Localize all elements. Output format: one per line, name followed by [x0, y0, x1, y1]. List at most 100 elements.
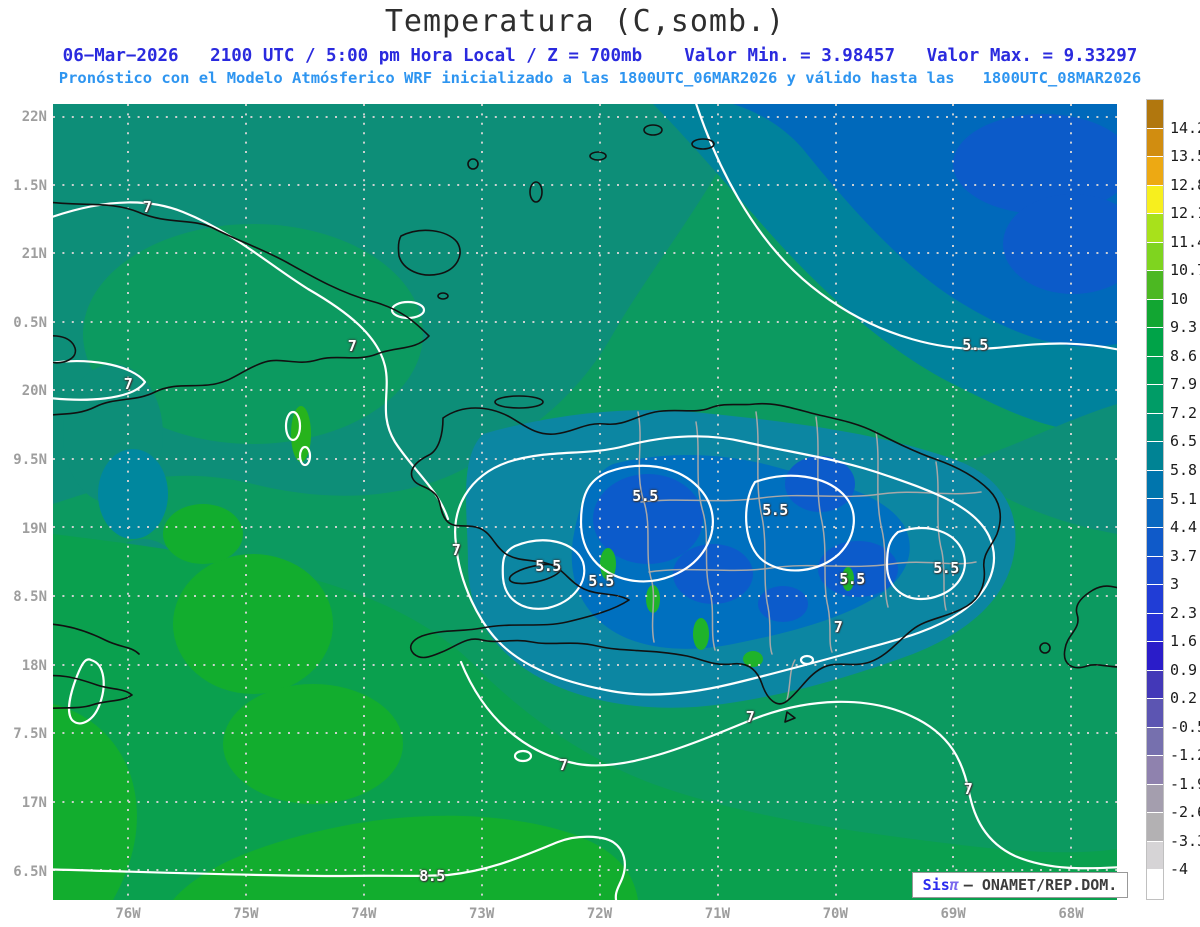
- colorbar-tick-labels: 14.2 13.5 12.8 12.1 11.4 10.7 10 9.3 8.6 7.9 7.2 6.…: [1170, 0, 1200, 927]
- colorbar-tick-label: 3: [1170, 575, 1180, 594]
- colorbar-tick-label: -1.2: [1170, 746, 1200, 765]
- lon-tick-label: 74W: [351, 906, 377, 922]
- forecast-map: [53, 104, 1117, 900]
- latitude-axis: 22N 1.5N 21N 0.5N 20N 9.5N 19N 8.5N 18N 7.5N 17N 6.…: [0, 0, 49, 927]
- lon-tick-label: 72W: [586, 906, 613, 922]
- colorbar-tick-label: 14.2: [1170, 118, 1200, 137]
- contour-label: 7: [451, 541, 461, 559]
- colorbar-tick-label: -0.5: [1170, 717, 1200, 736]
- colorbar-tick-label: -2.6: [1170, 803, 1200, 822]
- map-canvas: [53, 104, 1117, 900]
- lat-tick-label: 19N: [21, 520, 47, 537]
- longitude-axis: 76W 75W 74W 73W 72W 71W 70W 69W 68W: [0, 906, 1200, 926]
- contour-label: 7: [963, 780, 973, 798]
- forecast-datetime-line: 06−Mar−2026 2100 UTC / 5:00 pm Hora Loca…: [62, 46, 1138, 66]
- lon-tick-label: 69W: [940, 906, 966, 922]
- contour-label: 5.5: [632, 487, 658, 505]
- colorbar-tick-label: 7.9: [1170, 375, 1198, 394]
- colorbar-segment: [1147, 613, 1163, 643]
- colorbar-segment: [1147, 585, 1163, 614]
- colorbar-tick-label: 12.1: [1170, 204, 1200, 223]
- contour-label: 5.5: [839, 570, 865, 588]
- lon-tick-label: 73W: [468, 906, 495, 922]
- colorbar-segment: [1147, 642, 1163, 671]
- lat-tick-label: 0.5N: [13, 314, 47, 331]
- colorbar-tick-label: 3.7: [1170, 546, 1198, 565]
- lat-tick-label: 1.5N: [13, 177, 47, 194]
- colorbar-segment: [1147, 185, 1163, 215]
- colorbar-segment: [1147, 128, 1163, 158]
- colorbar-tick-label: -4: [1170, 860, 1189, 879]
- colorbar-segment: [1147, 756, 1163, 785]
- contour-label: 5.5: [962, 336, 988, 354]
- colorbar-tick-label: 4.4: [1170, 518, 1198, 537]
- lon-tick-label: 76W: [115, 906, 141, 922]
- colorbar-segment: [1147, 499, 1163, 528]
- colorbar-tick-label: 6.5: [1170, 432, 1198, 451]
- colorbar-tick-label: 13.5: [1170, 147, 1200, 166]
- contour-label: 7: [123, 375, 133, 393]
- lat-tick-label: 20N: [21, 383, 47, 400]
- contour-label: 8.5: [419, 867, 445, 885]
- colorbar-segment: [1147, 813, 1163, 842]
- colorbar-tick-label: 5.8: [1170, 460, 1198, 479]
- lat-tick-label: 9.5N: [13, 452, 47, 468]
- contour-label: 5.5: [588, 572, 614, 590]
- temperature-fill-layer: [53, 104, 1117, 900]
- watermark-pi-symbol: π: [949, 876, 959, 894]
- contour-label: 5.5: [762, 501, 788, 519]
- contour-label: 7: [347, 337, 357, 355]
- colorbar-segment: [1147, 328, 1163, 357]
- lat-tick-label: 8.5N: [13, 589, 47, 606]
- lat-tick-label: 22N: [21, 109, 47, 125]
- colorbar-tick-label: 2.3: [1170, 603, 1198, 622]
- lon-tick-label: 75W: [233, 906, 259, 922]
- model-info-line: Pronóstico con el Modelo Atmósferico WRF…: [58, 69, 1142, 87]
- page-title: Temperatura (C,somb.): [384, 4, 786, 39]
- lat-tick-label: 17N: [21, 795, 47, 811]
- temperature-colorbar: [1146, 99, 1164, 900]
- colorbar-segment: [1147, 556, 1163, 586]
- colorbar-tick-label: 0.9: [1170, 660, 1198, 679]
- colorbar-tick-label: 10: [1170, 289, 1189, 308]
- colorbar-tick-label: 10.7: [1170, 261, 1200, 280]
- colorbar-segment: [1147, 214, 1163, 243]
- colorbar-segment: [1147, 699, 1163, 728]
- colorbar-segment: [1147, 242, 1163, 272]
- colorbar-segment: [1147, 385, 1163, 414]
- colorbar-segment: [1147, 870, 1163, 899]
- contour-label: 7: [142, 198, 152, 216]
- colorbar-tick-label: -3.3: [1170, 831, 1200, 850]
- colorbar-tick-label: -1.9: [1170, 774, 1200, 793]
- lat-tick-label: 6.5N: [13, 863, 47, 880]
- colorbar-tick-label: 12.8: [1170, 175, 1200, 194]
- colorbar-tick-label: 7.2: [1170, 403, 1198, 422]
- colorbar-tick-label: 11.4: [1170, 232, 1200, 251]
- colorbar-segment: [1147, 727, 1163, 757]
- colorbar-tick-label: 5.1: [1170, 489, 1198, 508]
- watermark-brand: Sis: [922, 876, 950, 894]
- colorbar-segment: [1147, 841, 1163, 871]
- colorbar-segment: [1147, 100, 1163, 129]
- watermark-box: Sisπ – ONAMET/REP.DOM.: [912, 872, 1128, 898]
- colorbar-segment: [1147, 356, 1163, 386]
- lat-tick-label: 18N: [21, 657, 47, 674]
- watermark-org: ONAMET/REP.DOM.: [981, 876, 1118, 894]
- colorbar-segment: [1147, 442, 1163, 471]
- contour-label: 5.5: [933, 559, 959, 577]
- colorbar-segment: [1147, 784, 1163, 814]
- lon-tick-label: 70W: [822, 906, 848, 922]
- lat-tick-label: 7.5N: [13, 726, 47, 743]
- lon-tick-label: 71W: [704, 906, 731, 922]
- colorbar-segment: [1147, 299, 1163, 329]
- colorbar-segment: [1147, 670, 1163, 700]
- colorbar-segment: [1147, 470, 1163, 500]
- watermark-separator: –: [963, 876, 973, 894]
- lon-tick-label: 68W: [1058, 906, 1084, 922]
- colorbar-tick-label: 8.6: [1170, 346, 1198, 365]
- colorbar-tick-label: 9.3: [1170, 318, 1198, 337]
- colorbar-tick-label: 1.6: [1170, 632, 1198, 651]
- contour-label: 7: [833, 618, 843, 636]
- colorbar-segment: [1147, 527, 1163, 557]
- colorbar-tick-label: 0.2: [1170, 689, 1198, 708]
